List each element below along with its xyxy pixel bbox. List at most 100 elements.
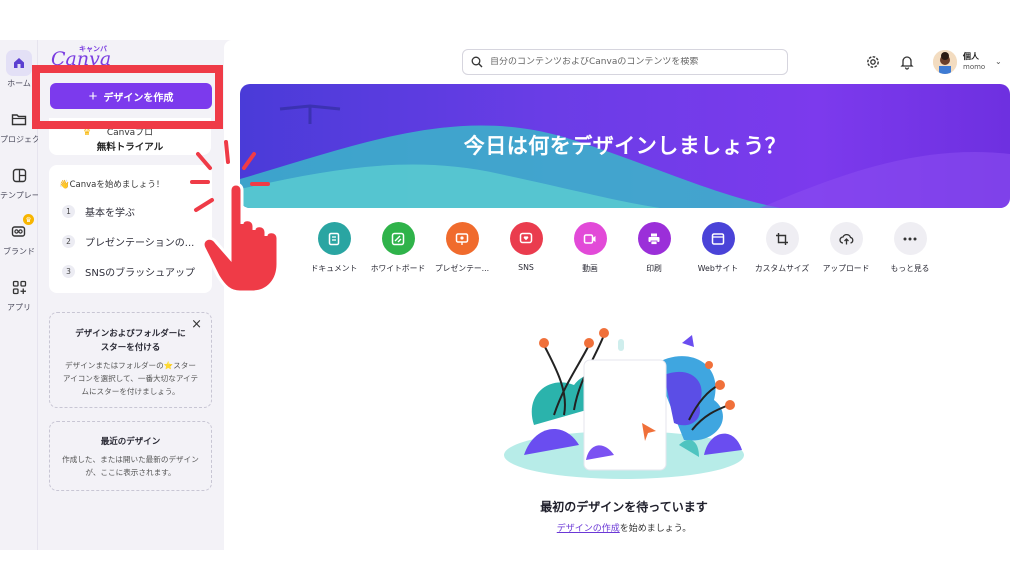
recent-designs-body: 作成した、または開いた最新のデザイン が、ここに表示されます。 (58, 453, 203, 479)
category-document[interactable]: ドキュメント (299, 222, 369, 274)
category-circle[interactable] (829, 222, 863, 255)
star-tip-body-2: アイコンを選択して、一番大切なアイテ (62, 374, 199, 383)
category-label: Webサイト (697, 264, 739, 273)
category-label: アップロード (822, 264, 870, 273)
rail-label-projects: プロジェク (0, 135, 38, 144)
account-user[interactable]: momo (963, 63, 985, 71)
recent-designs-title: 最近のデザイン (100, 437, 161, 447)
avatar[interactable] (933, 50, 957, 74)
step-number: 3 (62, 264, 75, 278)
star-tip-body: デザインまたはフォルダーの⭐スター アイコンを選択して、一番大切なアイテ ムにス… (60, 359, 201, 398)
gear-icon[interactable] (865, 54, 881, 70)
bell-icon[interactable] (899, 54, 915, 70)
category-label: SNS (518, 263, 534, 272)
step-item[interactable]: 1 基本を学ぶ (62, 202, 135, 220)
crown-badge-icon: ♛ (23, 214, 34, 225)
close-icon[interactable]: × (191, 317, 202, 332)
avatar-icon (933, 50, 957, 74)
star-tip-card: × デザインおよびフォルダーに スターを付ける デザインまたはフォルダーの⭐スタ… (49, 312, 212, 408)
document-icon (328, 232, 340, 245)
pointer-hand-icon (190, 140, 280, 294)
pro-line2: 無料トライアル (96, 142, 164, 153)
recent-designs-card: 最近のデザイン 作成した、または開いた最新のデザイン が、ここに表示されます。 (49, 421, 212, 491)
star-tip-body-1: デザインまたはフォルダーの⭐スター (65, 361, 196, 370)
category-label: もっと見る (890, 264, 930, 273)
apps-icon (12, 280, 26, 294)
rail-label-templates: テンプレー (0, 191, 38, 200)
category-circle[interactable] (893, 222, 927, 255)
home-icon (14, 58, 24, 68)
category-social[interactable]: SNS (491, 222, 561, 272)
more-icon (903, 237, 917, 240)
category-circle[interactable] (445, 222, 479, 255)
category-video[interactable]: 動画 (555, 222, 625, 274)
rail-item-templates[interactable]: テンプレー (0, 162, 38, 201)
getting-started-title: 👋Canvaを始めましょう！ (59, 180, 165, 190)
empty-state-illustration (504, 328, 744, 479)
category-website[interactable]: Webサイト (683, 222, 753, 274)
rail-apps-button[interactable] (6, 274, 32, 300)
category-circle[interactable] (637, 222, 671, 255)
getting-started-card: 👋Canvaを始めましょう！ 1 基本を学ぶ 2 プレゼンテーションの... 3… (49, 165, 212, 293)
main-content: 個人 momo ⌄ 今日は何をデザインしましょう？ ドキュメント ホワイトボード (224, 40, 1024, 550)
crop-icon (776, 232, 788, 245)
star-tip-title-1: デザインおよびフォルダーに (75, 329, 186, 339)
hero-banner: 今日は何をデザインしましょう？ (240, 84, 1010, 208)
recent-designs-body-2: が、ここに表示されます。 (85, 468, 176, 477)
print-icon (648, 233, 660, 245)
empty-state-suffix: を始めましょう。 (619, 524, 692, 534)
highlight-box (32, 65, 223, 129)
category-label: カスタムサイズ (754, 264, 810, 273)
chevron-down-icon[interactable]: ⌄ (995, 57, 1002, 66)
category-upload[interactable]: アップロード (811, 222, 881, 274)
step-item[interactable]: 3 SNSのブラッシュアップ (62, 262, 195, 280)
category-custom-size[interactable]: カスタムサイズ (747, 222, 817, 274)
step-label: プレゼンテーションの... (85, 237, 195, 249)
create-design-link[interactable]: デザインの作成 (557, 524, 620, 534)
category-label: 印刷 (646, 264, 662, 273)
step-label: SNSのブラッシュアップ (85, 267, 195, 279)
category-circle[interactable] (509, 222, 543, 255)
rail-item-brand[interactable]: ♛ ブランド (0, 214, 38, 257)
rail-home-button[interactable] (6, 50, 32, 76)
presentation-icon (455, 232, 469, 245)
category-circle[interactable] (573, 222, 607, 255)
recent-designs-body-1: 作成した、または開いた最新のデザイン (62, 455, 199, 464)
category-circle[interactable] (765, 222, 799, 255)
step-label: 基本を学ぶ (85, 207, 135, 219)
category-label: プレゼンテー... (434, 264, 490, 273)
search-icon (471, 56, 483, 68)
empty-state-title: 最初のデザインを待っています (540, 500, 708, 514)
rail-projects-button[interactable] (6, 106, 32, 132)
rail-item-apps[interactable]: アプリ (0, 274, 38, 313)
category-presentation[interactable]: プレゼンテー... (427, 222, 497, 274)
category-more[interactable]: もっと見る (875, 222, 945, 274)
category-whiteboard[interactable]: ホワイトボード (363, 222, 433, 274)
category-label: ホワイトボード (370, 264, 426, 273)
folder-icon (11, 114, 27, 126)
search-bar[interactable] (462, 49, 788, 75)
banner-title: 今日は何をデザインしましょう？ (463, 134, 787, 158)
rail-brand-button[interactable]: ♛ (6, 214, 34, 244)
website-icon (711, 232, 725, 245)
brand-icon (11, 226, 26, 237)
search-input[interactable] (490, 57, 770, 67)
step-number: 2 (62, 234, 75, 248)
category-label: ドキュメント (310, 264, 358, 273)
step-number: 1 (62, 204, 75, 218)
category-print[interactable]: 印刷 (619, 222, 689, 274)
star-tip-title-2: スターを付ける (100, 343, 161, 353)
rail-label-apps: アプリ (7, 303, 31, 312)
whiteboard-icon (391, 232, 405, 245)
video-icon (583, 233, 596, 244)
category-circle[interactable] (317, 222, 351, 255)
account-name[interactable]: 個人 (963, 51, 979, 62)
canva-logo[interactable]: キャンバ Canva (49, 44, 119, 70)
empty-state-subtitle: デザインの作成を始めましょう。 (224, 521, 1024, 534)
step-item[interactable]: 2 プレゼンテーションの... (62, 232, 194, 250)
category-circle[interactable] (381, 222, 415, 255)
upload-cloud-icon (838, 233, 853, 244)
category-circle[interactable] (701, 222, 735, 255)
star-tip-body-3: ムにスターを付けましょう。 (81, 387, 180, 396)
rail-templates-button[interactable] (6, 162, 32, 188)
